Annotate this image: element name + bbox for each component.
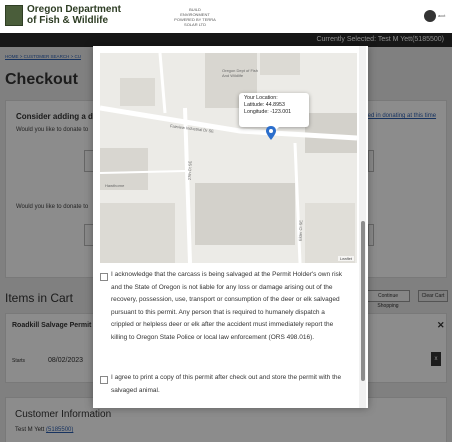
acknowledge-liability-text: I acknowledge that the carcass is being … <box>111 271 343 341</box>
acknowledge-liability-checkbox[interactable] <box>100 273 108 281</box>
build-environment: BUILD ENVIRONMENT POWERED BY TERRA SOLAR… <box>172 7 218 27</box>
brand-line-1: Oregon Department <box>27 4 121 15</box>
agree-print-checkbox[interactable] <box>100 376 108 384</box>
popup-title: Your Location: <box>244 95 278 101</box>
modal-scrollbar-thumb[interactable] <box>361 221 365 381</box>
map-label-odfw: Oregon Dept of Fish And Wildlife <box>222 68 259 78</box>
permit-modal: Oregon Dept of Fish And Wildlife Fairvie… <box>93 46 368 408</box>
map-label-street-2: Hawthorne <box>105 183 125 188</box>
odfw-logo-icon <box>5 5 23 26</box>
modal-scrollbar[interactable] <box>359 46 366 408</box>
user-icon[interactable] <box>424 10 436 22</box>
user-label[interactable]: acct <box>438 13 445 18</box>
popup-latitude: Latitude: 44.8953 <box>244 102 285 108</box>
map-label-street-1: 27th Ct SE <box>186 160 193 181</box>
build-line-3: POWERED BY TERRA SOLAR LTD <box>174 17 216 27</box>
leaflet-attribution[interactable]: Leaflet <box>337 256 354 261</box>
map-streets <box>100 53 357 263</box>
header: Oregon Department of Fish & Wildlife BUI… <box>0 0 452 33</box>
brand[interactable]: Oregon Department of Fish & Wildlife <box>27 4 121 26</box>
map-label-street-6: Elder Ct SE <box>297 219 304 242</box>
location-popup: Your Location: Latitude: 44.8953 Longitu… <box>239 93 309 132</box>
location-pin-icon[interactable] <box>266 126 276 140</box>
agree-print-text: I agree to print a copy of this permit a… <box>111 374 342 394</box>
location-map[interactable]: Oregon Dept of Fish And Wildlife Fairvie… <box>100 53 357 263</box>
brand-line-2: of Fish & Wildlife <box>27 15 109 26</box>
popup-longitude: Longitude: -123.001 <box>244 109 292 115</box>
page: Oregon Department of Fish & Wildlife BUI… <box>0 0 452 442</box>
leaflet-label: Leaflet <box>339 256 352 261</box>
